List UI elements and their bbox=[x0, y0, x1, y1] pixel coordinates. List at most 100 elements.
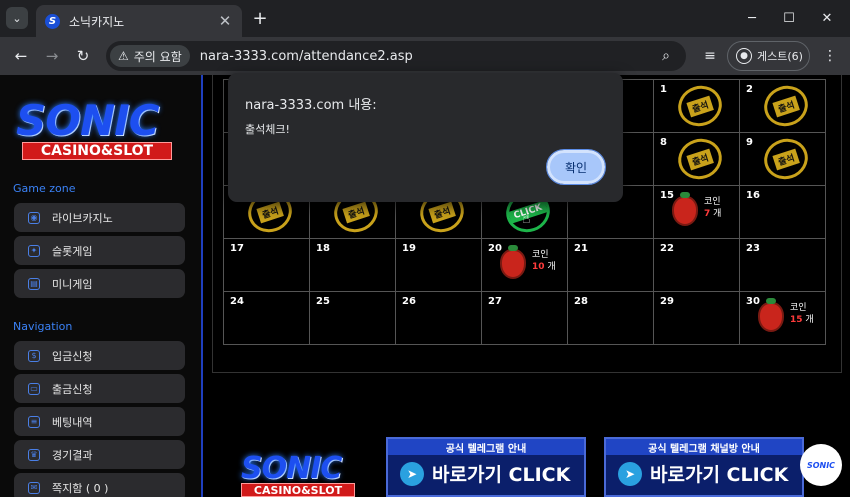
menu-icon[interactable]: ⋮ bbox=[820, 46, 840, 66]
maximize-icon[interactable]: ☐ bbox=[777, 8, 801, 28]
coin-label: 코인 bbox=[704, 197, 721, 207]
sidebar-item-label: 베팅내역 bbox=[52, 415, 93, 429]
day-number: 16 bbox=[746, 190, 760, 201]
sidebar-item-messages[interactable]: ✉ 쪽지함 ( 0 ) bbox=[14, 473, 185, 497]
profile-label: 게스트(6) bbox=[757, 50, 803, 63]
mini-game-icon: ▤ bbox=[28, 277, 40, 290]
back-icon[interactable]: ← bbox=[10, 45, 32, 67]
calendar-day[interactable]: 16 bbox=[739, 185, 826, 239]
telegram-icon: ➤ bbox=[400, 461, 424, 486]
tab-strip: ⌄ S 소닉카지노 ✕ + ─ ☐ ✕ bbox=[0, 0, 850, 37]
url-text[interactable]: nara-3333.com/attendance2.asp bbox=[200, 49, 654, 64]
calendar-day[interactable]: 30 코인 15 개 bbox=[739, 291, 826, 345]
calendar-day[interactable]: 18 bbox=[309, 238, 396, 292]
calendar-day[interactable]: 28 bbox=[567, 291, 654, 345]
coin-reward: 코인 15 개 bbox=[758, 298, 814, 332]
tab-search-button[interactable]: ⌄ bbox=[6, 7, 28, 29]
reload-icon[interactable]: ↻ bbox=[72, 45, 94, 67]
calendar-day[interactable]: 22 bbox=[653, 238, 740, 292]
zoom-icon[interactable]: ⌕ bbox=[654, 48, 678, 64]
address-bar[interactable]: ⚠ 주의 요함 nara-3333.com/attendance2.asp ⌕ bbox=[106, 41, 686, 71]
browser-tab[interactable]: S 소닉카지노 ✕ bbox=[36, 5, 242, 37]
day-number: 29 bbox=[660, 296, 674, 307]
calendar-day[interactable]: 1 출석 bbox=[653, 79, 740, 133]
dialog-message: 출석체크! bbox=[245, 123, 290, 136]
sidebar-item-withdraw[interactable]: ▭ 출금신청 bbox=[14, 374, 185, 403]
calendar-day[interactable]: 2 출석 bbox=[739, 79, 826, 133]
trophy-icon: ♛ bbox=[28, 448, 40, 461]
media-icon[interactable]: ≡ bbox=[700, 46, 720, 66]
coin-count: 10 bbox=[532, 262, 545, 272]
tab-close-icon[interactable]: ✕ bbox=[216, 12, 234, 30]
coin-count: 7 bbox=[704, 209, 711, 219]
security-chip[interactable]: ⚠ 주의 요함 bbox=[110, 45, 190, 67]
footer-logo[interactable]: SONIC CASINO&SLOT bbox=[237, 453, 367, 497]
circle-logo[interactable]: SONIC bbox=[800, 444, 842, 486]
telegram-channel-banner[interactable]: 공식 텔레그램 채널방 안내 ➤ 바로가기 CLICK bbox=[604, 437, 804, 497]
sidebar-item-label: 라이브카지노 bbox=[52, 211, 113, 225]
coin-unit: 개 bbox=[713, 209, 722, 219]
stamp-label: 출석 bbox=[772, 95, 800, 117]
stamp-label: 출석 bbox=[686, 148, 714, 170]
calendar-day[interactable]: 21 bbox=[567, 238, 654, 292]
calendar-day[interactable]: 27 bbox=[481, 291, 568, 345]
logo-main-text: SONIC bbox=[16, 96, 160, 145]
new-tab-button[interactable]: + bbox=[250, 8, 270, 29]
coin-unit: 개 bbox=[805, 315, 814, 325]
calendar-day[interactable]: 24 bbox=[223, 291, 310, 345]
day-number: 22 bbox=[660, 243, 674, 254]
forward-icon[interactable]: → bbox=[41, 45, 63, 67]
calendar-day[interactable]: 23 bbox=[739, 238, 826, 292]
day-number: 18 bbox=[316, 243, 330, 254]
document-icon: ≡ bbox=[28, 415, 40, 428]
close-window-icon[interactable]: ✕ bbox=[815, 8, 839, 28]
coin-reward: 코인 10 개 bbox=[500, 245, 556, 279]
calendar-day[interactable]: 26 bbox=[395, 291, 482, 345]
stamp-label: 출석 bbox=[342, 201, 370, 223]
sidebar-item-live-casino[interactable]: ◉ 라이브카지노 bbox=[14, 203, 185, 232]
sidebar-item-results[interactable]: ♛ 경기결과 bbox=[14, 440, 185, 469]
coin-count: 15 bbox=[790, 315, 803, 325]
money-bag-icon bbox=[672, 192, 698, 226]
mouse-cursor-icon: ☝ bbox=[522, 211, 531, 227]
day-number: 23 bbox=[746, 243, 760, 254]
profile-button[interactable]: ● 게스트(6) bbox=[727, 41, 810, 71]
stamp-label: 출석 bbox=[772, 148, 800, 170]
calendar-day[interactable]: 17 bbox=[223, 238, 310, 292]
calendar-day[interactable]: 20 코인 10 개 bbox=[481, 238, 568, 292]
coin-label: 코인 bbox=[532, 250, 549, 260]
calendar-day[interactable]: 29 bbox=[653, 291, 740, 345]
sidebar: SONIC CASINO&SLOT Game zone ◉ 라이브카지노 ✦ 슬… bbox=[0, 75, 203, 497]
sidebar-item-mini-game[interactable]: ▤ 미니게임 bbox=[14, 269, 185, 298]
calendar-day[interactable]: 19 bbox=[395, 238, 482, 292]
day-number: 19 bbox=[402, 243, 416, 254]
sidebar-item-deposit[interactable]: $ 입금신청 bbox=[14, 341, 185, 370]
banner-heading: 공식 텔레그램 안내 bbox=[388, 439, 584, 455]
stamp-label: 출석 bbox=[428, 201, 456, 223]
site-logo[interactable]: SONIC CASINO&SLOT bbox=[12, 99, 182, 163]
wallet-icon: ▭ bbox=[28, 382, 40, 395]
day-number: 26 bbox=[402, 296, 416, 307]
telegram-banner[interactable]: 공식 텔레그램 안내 ➤ 바로가기 CLICK bbox=[386, 437, 586, 497]
sidebar-item-label: 미니게임 bbox=[52, 277, 93, 291]
calendar-day[interactable]: 15 코인 7 개 bbox=[653, 185, 740, 239]
calendar-day[interactable]: 8 출석 bbox=[653, 132, 740, 186]
sidebar-item-slot[interactable]: ✦ 슬롯게임 bbox=[14, 236, 185, 265]
banner-heading: 공식 텔레그램 채널방 안내 bbox=[606, 439, 802, 455]
calendar-day[interactable]: 25 bbox=[309, 291, 396, 345]
minimize-icon[interactable]: ─ bbox=[740, 8, 764, 28]
day-number: 17 bbox=[230, 243, 244, 254]
footer-logo-main-text: SONIC bbox=[241, 451, 342, 486]
logo-sub-text: CASINO&SLOT bbox=[22, 142, 172, 160]
dialog-ok-button[interactable]: 확인 bbox=[546, 149, 606, 185]
coin-reward: 코인 7 개 bbox=[672, 192, 722, 226]
sidebar-item-label: 쪽지함 ( 0 ) bbox=[52, 481, 109, 495]
warning-icon: ⚠ bbox=[118, 49, 129, 63]
coin-label: 코인 bbox=[790, 303, 807, 313]
tab-title: 소닉카지노 bbox=[69, 14, 125, 29]
slot-icon: ✦ bbox=[28, 244, 40, 257]
sidebar-item-bet-history[interactable]: ≡ 베팅내역 bbox=[14, 407, 185, 436]
sidebar-item-label: 경기결과 bbox=[52, 448, 93, 462]
calendar-day[interactable]: 9 출석 bbox=[739, 132, 826, 186]
day-number: 24 bbox=[230, 296, 244, 307]
